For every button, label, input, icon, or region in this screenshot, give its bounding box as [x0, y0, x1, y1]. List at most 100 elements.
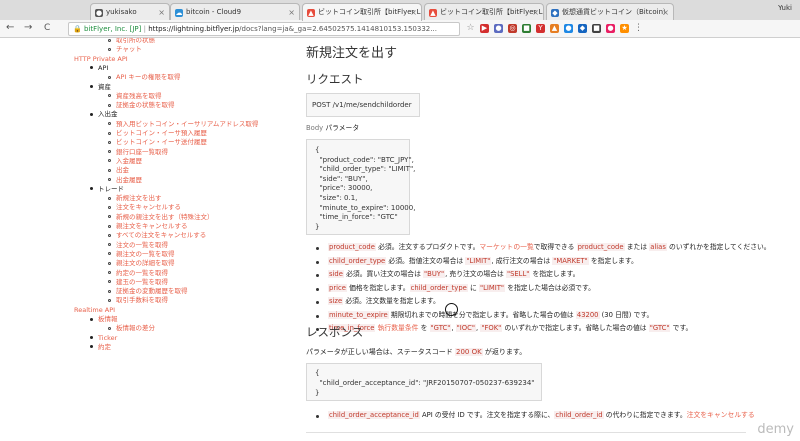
bullet — [108, 289, 111, 293]
browser-tab[interactable]: ▲ ビットコイン取引所【bitFlyer Lig × — [302, 3, 422, 21]
tab-favicon-icon: ▲ — [307, 9, 315, 17]
sidebar-item[interactable]: 注文の一覧を取得 — [108, 241, 168, 250]
param-item: product_code 必須。注文するプロダクトです。マーケットの一覧で取得で… — [328, 243, 771, 252]
sidebar-item[interactable]: 取引所の状態 — [108, 38, 155, 45]
extension-icon[interactable]: ■ — [522, 24, 531, 33]
browser-tab[interactable]: ☁ bitcoin - Cloud9 × — [170, 3, 300, 20]
sidebar-item-label: 入出金 — [98, 110, 118, 119]
browser-tab[interactable]: ◆ 仮想通貨ビットコイン（Bitcoin） × — [546, 3, 674, 20]
profile-name[interactable]: Yuki — [778, 4, 792, 12]
param-text: または — [624, 243, 650, 251]
extension-icon[interactable]: ● — [606, 24, 615, 33]
sidebar-item[interactable]: 出金履歴 — [108, 176, 142, 185]
divider — [306, 432, 746, 433]
sidebar-item-label: 約定 — [98, 342, 111, 351]
sidebar-item[interactable]: 資産残高を取得 — [108, 92, 162, 101]
sidebar-item[interactable]: 取引手数料を取得 — [108, 296, 168, 305]
sidebar-item[interactable]: 入金履歴 — [108, 157, 142, 166]
bullet — [108, 252, 111, 256]
close-icon[interactable]: × — [662, 4, 669, 20]
sidebar-item[interactable]: ビットコイン・イーサ預入履歴 — [108, 129, 207, 138]
response-param: child_order_acceptance_id API の受付 ID です。… — [328, 411, 755, 419]
sidebar-item[interactable]: 新規注文を出す — [108, 194, 162, 203]
close-icon[interactable]: × — [532, 4, 539, 20]
extension-icon[interactable]: ★ — [620, 24, 629, 33]
sidebar-item[interactable]: ビットコイン・イーサ送付履歴 — [108, 138, 207, 147]
sidebar-item[interactable]: Ticker — [90, 334, 117, 343]
code-line: "side": "BUY", — [315, 174, 368, 183]
close-icon[interactable]: × — [288, 4, 295, 20]
docs-main: 新規注文を出す リクエスト POST /v1/me/sendchildorder… — [306, 38, 800, 441]
sidebar-item-label: ビットコイン・イーサ送付履歴 — [116, 138, 207, 147]
sidebar-item-label: チャット — [116, 45, 142, 54]
browser-tab[interactable]: ● yukisako × — [90, 3, 170, 20]
extension-icon[interactable]: ● — [564, 24, 573, 33]
inline-code: "SELL" — [505, 270, 531, 278]
param-text: (30 日間) です。 — [599, 310, 654, 319]
back-icon[interactable]: ← — [6, 22, 14, 34]
extension-icon[interactable]: ▲ — [550, 24, 559, 33]
sidebar-item-label: API キーの権限を取得 — [116, 73, 181, 82]
sidebar-item[interactable]: 証拠金の変動履歴を取得 — [108, 287, 188, 296]
sidebar-item-label: 親注文の詳細を取得 — [116, 259, 175, 268]
sidebar-item[interactable]: チャット — [108, 45, 142, 54]
param-text: , 成行注文の場合は — [491, 256, 553, 265]
extension-icon[interactable]: ▶ — [480, 24, 489, 33]
inline-code: alias — [649, 243, 667, 251]
bullet — [108, 243, 111, 247]
sidebar-item[interactable]: 建玉の一覧を取得 — [108, 278, 168, 287]
doc-link[interactable]: 執行数量条件 — [378, 324, 419, 332]
extension-icon[interactable]: ☆ — [466, 24, 475, 33]
sidebar-item[interactable]: 新規の親注文を出す（特殊注文） — [108, 213, 214, 222]
sidebar-item[interactable]: 約定の一覧を取得 — [108, 269, 168, 278]
sidebar-item[interactable]: 親注文の詳細を取得 — [108, 259, 175, 268]
forward-icon[interactable]: → — [24, 22, 32, 34]
sidebar-item[interactable]: 親注文をキャンセルする — [108, 222, 188, 231]
bullet — [316, 301, 319, 304]
bullet — [108, 196, 111, 200]
bullet — [108, 75, 111, 79]
bullet — [108, 150, 111, 154]
code-line: { — [315, 369, 320, 377]
close-icon[interactable]: × — [158, 4, 165, 20]
reload-icon[interactable]: C — [44, 22, 50, 34]
sidebar-item[interactable]: 証拠金の状態を取得 — [108, 101, 175, 110]
param-key: price — [328, 283, 347, 292]
extension-icon[interactable]: ◎ — [508, 24, 517, 33]
sidebar-item[interactable]: 出金 — [108, 166, 129, 175]
sidebar-item[interactable]: 注文をキャンセルする — [108, 203, 181, 212]
body-json-box: { "product_code": "BTC_JPY", "child_orde… — [306, 139, 415, 235]
code-line: "size": 0.1, — [315, 194, 358, 202]
extension-icon[interactable]: ⋮ — [634, 24, 643, 33]
code-line: "child_order_acceptance_id": "JRF2015070… — [315, 379, 535, 387]
bullet — [90, 85, 93, 88]
response-json-box: { "child_order_acceptance_id": "JRF20150… — [306, 363, 542, 401]
sidebar-item[interactable]: 板情報 — [90, 315, 118, 324]
extension-icon[interactable]: ● — [494, 24, 503, 33]
sidebar-item[interactable]: 銀行口座一覧取得 — [108, 148, 168, 157]
sidebar-item[interactable]: 板情報の差分 — [108, 324, 155, 333]
param-item: size 必須。注文数量を指定します。 — [328, 297, 440, 306]
extension-icon[interactable]: ◆ — [578, 24, 587, 33]
extension-icon[interactable]: ■ — [592, 24, 601, 33]
sidebar-item[interactable]: 親注文の一覧を取得 — [108, 250, 175, 259]
inline-code: "IOC" — [455, 324, 477, 332]
bullet — [90, 66, 93, 70]
extension-icon[interactable]: Y — [536, 24, 545, 33]
sidebar-section-heading: HTTP Private API — [74, 55, 128, 64]
doc-link[interactable]: マーケットの一覧 — [479, 243, 533, 251]
sidebar-item[interactable]: 約定 — [90, 343, 111, 352]
bullet — [108, 168, 111, 172]
browser-tab[interactable]: ▲ ビットコイン取引所【bitFlyer Lig × — [424, 3, 544, 20]
sidebar-item[interactable]: すべての注文をキャンセルする — [108, 231, 206, 240]
sidebar-item[interactable]: 預入用ビットコイン・イーサリアムアドレス取得 — [108, 120, 258, 129]
sidebar-item-label: 銀行口座一覧取得 — [116, 147, 168, 156]
bullet — [108, 326, 111, 330]
docs-sidebar: 取引所の状態 チャット HTTP Private API API API キーの権限を取… — [0, 38, 280, 441]
address-bar[interactable]: 🔒 bitFlyer, Inc. [JP] | https://lightnin… — [68, 22, 460, 36]
tab-label: ビットコイン取引所【bitFlyer Lig — [318, 8, 422, 16]
param-text: を指定します。 — [588, 256, 638, 265]
sidebar-item[interactable]: API キーの権限を取得 — [108, 73, 180, 82]
close-icon[interactable]: × — [410, 4, 417, 21]
inline-code: "LIMIT" — [465, 256, 492, 265]
